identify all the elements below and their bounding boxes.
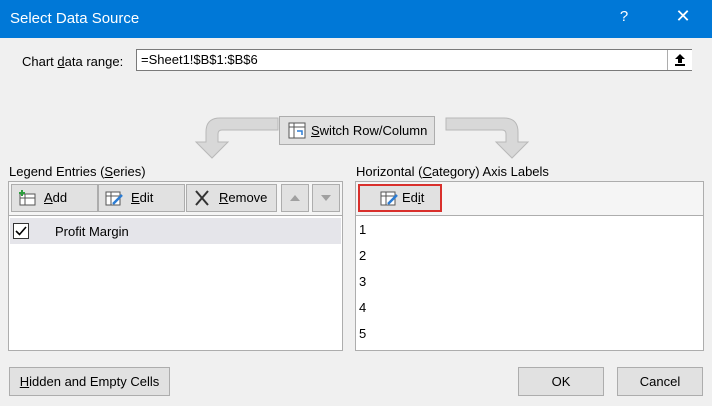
checkmark-icon	[15, 226, 27, 236]
switch-row-column-label: Switch Row/Column	[311, 123, 428, 138]
title-bar[interactable]: Select Data Source ? ✕	[0, 0, 712, 38]
list-item[interactable]: 3	[359, 274, 366, 289]
axis-labels-panel: Edit 1 2 3 4 5	[355, 181, 704, 351]
edit-axis-labels-button[interactable]: Edit	[358, 184, 442, 212]
remove-x-icon	[195, 190, 209, 206]
move-up-icon	[290, 195, 300, 201]
cancel-button[interactable]: Cancel	[617, 367, 703, 396]
add-series-button[interactable]: Add	[11, 184, 98, 212]
chart-data-range-label: Chart data range:	[22, 54, 124, 69]
chart-data-range-input[interactable]: =Sheet1!$B$1:$B$6	[136, 49, 692, 71]
add-series-label: Add	[44, 190, 68, 205]
ok-button[interactable]: OK	[518, 367, 604, 396]
help-button[interactable]: ?	[612, 8, 636, 25]
list-item[interactable]: 5	[359, 326, 366, 341]
legend-toolbar: Add Edit Remove	[9, 182, 342, 216]
add-series-icon	[19, 190, 36, 206]
legend-entries-header: Legend Entries (Series)	[9, 164, 146, 179]
remove-series-label: Remove	[219, 190, 268, 205]
series-checkbox[interactable]	[13, 223, 29, 239]
edit-axis-label: Edit	[402, 190, 425, 205]
remove-series-button[interactable]: Remove	[186, 184, 277, 212]
list-item[interactable]: 2	[359, 248, 366, 263]
collapse-range-button[interactable]	[667, 50, 692, 70]
move-down-button[interactable]	[312, 184, 340, 212]
axis-labels-header: Horizontal (Category) Axis Labels	[356, 164, 549, 179]
window-title: Select Data Source	[10, 10, 140, 27]
edit-series-button[interactable]: Edit	[98, 184, 185, 212]
switch-row-column-icon	[288, 122, 306, 139]
hidden-empty-cells-button[interactable]: Hidden and Empty Cells	[9, 367, 170, 396]
move-down-icon	[321, 195, 331, 201]
switch-right-arrow-icon	[445, 117, 530, 159]
select-data-source-dialog: Select Data Source ? ✕ Chart data range:…	[0, 0, 712, 406]
edit-axis-icon	[380, 191, 398, 206]
move-up-button[interactable]	[281, 184, 309, 212]
list-item[interactable]: 1	[359, 222, 366, 237]
list-item[interactable]: Profit Margin	[10, 218, 341, 244]
close-button[interactable]: ✕	[668, 6, 698, 27]
switch-row-column-button[interactable]: Switch Row/Column	[279, 116, 435, 145]
axis-toolbar: Edit	[356, 182, 703, 216]
switch-left-arrow-icon	[194, 117, 279, 159]
legend-entries-panel: Add Edit Remove Profit Margin	[8, 181, 343, 351]
collapse-arrow-icon	[675, 54, 685, 66]
list-item[interactable]: 4	[359, 300, 366, 315]
edit-series-icon	[105, 191, 123, 206]
series-label: Profit Margin	[55, 224, 129, 239]
edit-series-label: Edit	[131, 190, 154, 205]
